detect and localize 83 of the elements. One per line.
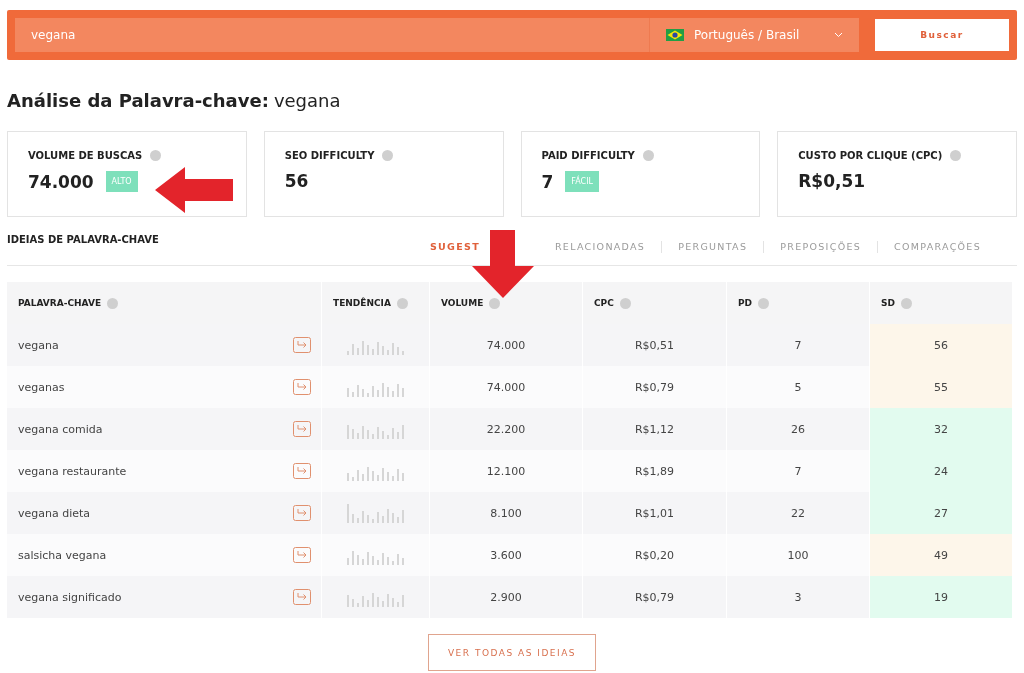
table-cell: 24 bbox=[870, 450, 1013, 492]
help-icon[interactable] bbox=[619, 297, 631, 309]
keyword-text: veganas bbox=[18, 380, 65, 394]
table-cell: 55 bbox=[870, 366, 1013, 408]
table-cell: 2.900 bbox=[430, 576, 583, 618]
table-cell: R$0,20 bbox=[583, 534, 727, 576]
keyword-text: salsicha vegana bbox=[18, 548, 107, 562]
chevron-down-icon bbox=[834, 32, 843, 38]
column-header[interactable]: PD bbox=[727, 282, 870, 324]
tab[interactable]: RELACIONADAS bbox=[554, 241, 646, 253]
table-cell: 74.000 bbox=[430, 366, 583, 408]
help-icon[interactable] bbox=[150, 150, 162, 161]
keyword-text: vegana dieta bbox=[18, 506, 91, 520]
table-cell: 74.000 bbox=[430, 324, 583, 366]
table-cell: R$0,79 bbox=[583, 366, 727, 408]
metric-title: CUSTO POR CLIQUE (CPC) bbox=[798, 150, 943, 161]
table-cell: 32 bbox=[870, 408, 1013, 450]
search-field[interactable]: vegana bbox=[15, 18, 649, 52]
flag-icon bbox=[666, 29, 684, 41]
column-header[interactable]: TENDÊNCIA bbox=[322, 282, 430, 324]
table-cell: 7 bbox=[727, 324, 870, 366]
open-keyword-icon[interactable] bbox=[293, 337, 311, 353]
heading-keyword: vegana bbox=[273, 90, 341, 111]
table-cell: R$0,51 bbox=[583, 324, 727, 366]
table-cell: R$1,89 bbox=[583, 450, 727, 492]
metric-value: R$0,51 bbox=[798, 171, 866, 191]
table-cell: 100 bbox=[727, 534, 870, 576]
table-cell: 27 bbox=[870, 492, 1013, 534]
metric-value: 56 bbox=[284, 171, 309, 191]
help-icon[interactable] bbox=[107, 297, 119, 309]
table-cell: 49 bbox=[870, 534, 1013, 576]
metric-title: VOLUME DE BUSCAS bbox=[28, 150, 143, 161]
table-cell: 3 bbox=[727, 576, 870, 618]
metric-title: SEO DIFFICULTY bbox=[284, 150, 375, 161]
table-cell: 22.200 bbox=[430, 408, 583, 450]
open-keyword-icon[interactable] bbox=[293, 379, 311, 395]
table-cell: 22 bbox=[727, 492, 870, 534]
help-icon[interactable] bbox=[950, 150, 962, 161]
help-icon[interactable] bbox=[900, 297, 912, 309]
level-badge: ALTO bbox=[105, 171, 138, 192]
column-header[interactable]: SD bbox=[870, 282, 1013, 324]
tab[interactable]: PREPOSIÇÕES bbox=[780, 241, 862, 253]
metric-value: 74.000 bbox=[28, 171, 94, 192]
metric-value: 7 bbox=[541, 171, 554, 192]
table-cell: R$1,12 bbox=[583, 408, 727, 450]
keyword-text: vegana bbox=[18, 338, 59, 352]
table-cell: 7 bbox=[727, 450, 870, 492]
table-cell: 12.100 bbox=[430, 450, 583, 492]
help-icon[interactable] bbox=[758, 297, 770, 309]
column-header[interactable]: PALAVRA-CHAVE bbox=[7, 282, 322, 324]
open-keyword-icon[interactable] bbox=[293, 547, 311, 563]
table-cell: 3.600 bbox=[430, 534, 583, 576]
column-header[interactable]: VOLUME bbox=[430, 282, 583, 324]
metric-title: PAID DIFFICULTY bbox=[541, 150, 635, 161]
table-cell: 19 bbox=[870, 576, 1013, 618]
language-select[interactable]: Português / Brasil bbox=[649, 18, 859, 52]
help-icon[interactable] bbox=[382, 150, 394, 161]
tab[interactable]: PERGUNTAS bbox=[678, 241, 748, 253]
help-icon[interactable] bbox=[489, 297, 501, 309]
tab[interactable]: COMPARAÇÕES bbox=[894, 241, 981, 253]
help-icon[interactable] bbox=[642, 150, 654, 161]
keyword-text: vegana comida bbox=[18, 422, 103, 436]
table-cell: 56 bbox=[870, 324, 1013, 366]
section-title: IDEIAS DE PALAVRA-CHAVE bbox=[7, 234, 159, 245]
open-keyword-icon[interactable] bbox=[293, 505, 311, 521]
keyword-text: vegana significado bbox=[18, 590, 122, 604]
open-keyword-icon[interactable] bbox=[293, 463, 311, 479]
search-button[interactable]: Buscar bbox=[875, 19, 1009, 51]
heading-label: Análise da Palavra-chave: bbox=[7, 90, 269, 111]
table-cell: R$1,01 bbox=[583, 492, 727, 534]
table-cell: 5 bbox=[727, 366, 870, 408]
table-cell: R$0,79 bbox=[583, 576, 727, 618]
tab[interactable]: SUGEST bbox=[429, 241, 480, 253]
keyword-text: vegana restaurante bbox=[18, 464, 127, 478]
level-badge: FÁCIL bbox=[565, 171, 599, 192]
table-cell: 26 bbox=[727, 408, 870, 450]
open-keyword-icon[interactable] bbox=[293, 589, 311, 605]
table-cell: 8.100 bbox=[430, 492, 583, 534]
column-header[interactable]: CPC bbox=[583, 282, 727, 324]
trend-sparkline bbox=[346, 503, 405, 523]
see-all-button[interactable]: VER TODAS AS IDEIAS bbox=[428, 634, 596, 671]
help-icon[interactable] bbox=[396, 297, 408, 309]
open-keyword-icon[interactable] bbox=[293, 421, 311, 437]
